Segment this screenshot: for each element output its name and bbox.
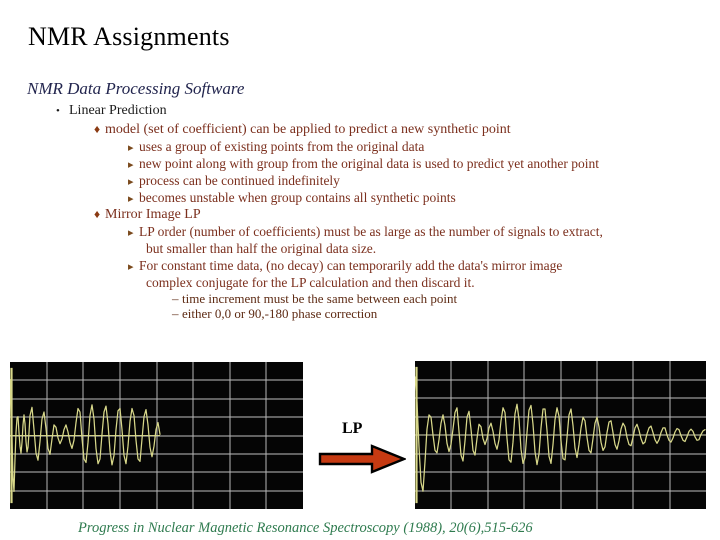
bullet-marker-level-4-icon: –: [172, 291, 179, 306]
outline-item-level-3: ▸ becomes unstable when group contains al…: [0, 191, 720, 205]
outline-item-level-4: – either 0,0 or 90,-180 phase correction: [0, 307, 720, 320]
slide-subtitle: NMR Data Processing Software: [27, 79, 245, 98]
outline-item-text: For constant time data, (no decay) can t…: [139, 257, 563, 273]
outline-item-level-1: • Linear Prediction: [0, 104, 720, 118]
arrow-shape: [318, 444, 406, 474]
outline-item-text: either 0,0 or 90,-180 phase correction: [182, 306, 378, 321]
outline-item-level-3: ▸ process can be continued indefinitely: [0, 174, 720, 188]
outline-item-text: uses a group of existing points from the…: [139, 139, 425, 154]
outline-item-text: new point along with group from the orig…: [139, 156, 600, 171]
outline-item-level-3: ▸ new point along with group from the ori…: [0, 157, 720, 171]
outline-item-level-2: ♦ model (set of coefficient) can be appli…: [0, 123, 720, 137]
outline-item-text: Mirror Image LP: [105, 207, 201, 222]
outline-item-level-4: – time increment must be the same between…: [0, 292, 720, 305]
spectrum-before-lp-svg: [10, 362, 303, 509]
bullet-marker-level-2-icon: ♦: [94, 207, 101, 221]
outline-item-text: process can be continued indefinitely: [139, 173, 340, 188]
lp-label: LP: [342, 420, 363, 437]
bullet-marker-level-3-icon: ▸: [128, 142, 134, 154]
outline-item-level-2: ♦ Mirror Image LP: [0, 208, 720, 222]
outline-body: • Linear Prediction ♦ model (set of coeffic…: [0, 104, 720, 322]
outline-continuation-line: complex conjugate for the LP calculation…: [0, 274, 720, 290]
bullet-marker-level-3-icon: ▸: [128, 193, 134, 205]
bullet-marker-level-3-icon: ▸: [128, 159, 134, 171]
spectrum-after-lp: [415, 361, 706, 509]
outline-item-text: time increment must be the same between …: [182, 291, 458, 306]
bullet-marker-level-2-icon: ♦: [94, 122, 101, 136]
bullet-marker-level-3-icon: ▸: [128, 176, 134, 188]
lp-transform-group: LP: [318, 420, 408, 476]
bullet-marker-level-3-icon: ▸: [128, 227, 134, 239]
bullet-marker-level-3-icon: ▸: [128, 260, 134, 273]
bullet-marker-level-1-icon: •: [56, 105, 60, 117]
outline-item-text: but smaller than half the original data …: [146, 241, 377, 256]
outline-item-text: Linear Prediction: [69, 103, 167, 118]
figure-citation-caption: Progress in Nuclear Magnetic Resonance S…: [78, 520, 533, 536]
outline-continuation-line: but smaller than half the original data …: [0, 242, 720, 256]
spectrum-before-lp: [10, 362, 303, 509]
outline-item-text: becomes unstable when group contains all…: [139, 190, 456, 205]
waveform-trace: [415, 376, 706, 492]
lp-transform-arrow-icon: [318, 444, 406, 474]
outline-item-level-3: ▸ uses a group of existing points from th…: [0, 140, 720, 154]
spectrum-after-lp-svg: [415, 361, 706, 509]
page-title: NMR Assignments: [28, 22, 230, 51]
bullet-marker-level-4-icon: –: [172, 306, 179, 321]
outline-item-level-3: ▸ For constant time data, (no decay) can …: [0, 257, 720, 273]
outline-item-level-3: ▸ LP order (number of coefficients) must …: [0, 225, 720, 239]
outline-item-text: model (set of coefficient) can be applie…: [105, 122, 511, 137]
outline-item-text: LP order (number of coefficients) must b…: [139, 224, 603, 239]
outline-item-text: complex conjugate for the LP calculation…: [146, 274, 475, 290]
